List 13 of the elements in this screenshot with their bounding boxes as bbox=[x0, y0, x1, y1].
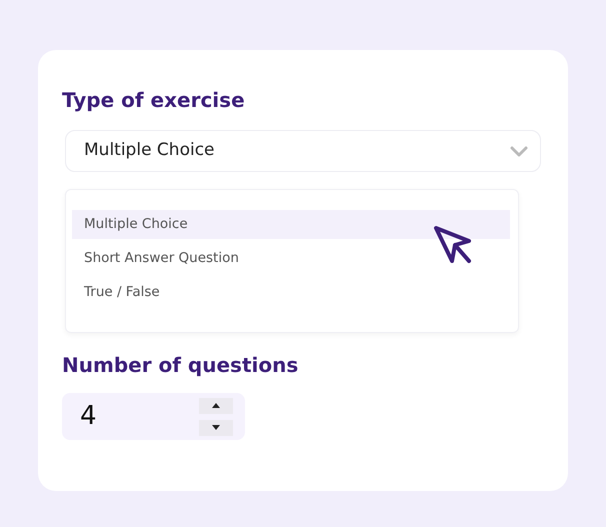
dropdown-option[interactable]: Short Answer Question bbox=[72, 244, 510, 273]
decrement-button[interactable] bbox=[199, 420, 233, 436]
dropdown-option[interactable]: True / False bbox=[72, 278, 510, 307]
increment-button[interactable] bbox=[199, 398, 233, 414]
exercise-type-select[interactable]: Multiple Choice bbox=[65, 130, 541, 172]
section-heading: Number of questions bbox=[62, 353, 300, 377]
dropdown-option[interactable]: Multiple Choice bbox=[72, 210, 510, 239]
cursor-icon bbox=[433, 225, 473, 265]
number-field[interactable]: 4 bbox=[62, 393, 245, 440]
section-heading: Type of exercise bbox=[62, 88, 246, 112]
caret-up-icon bbox=[212, 403, 220, 408]
chevron-down-icon bbox=[510, 146, 528, 156]
caret-down-icon bbox=[212, 425, 220, 430]
